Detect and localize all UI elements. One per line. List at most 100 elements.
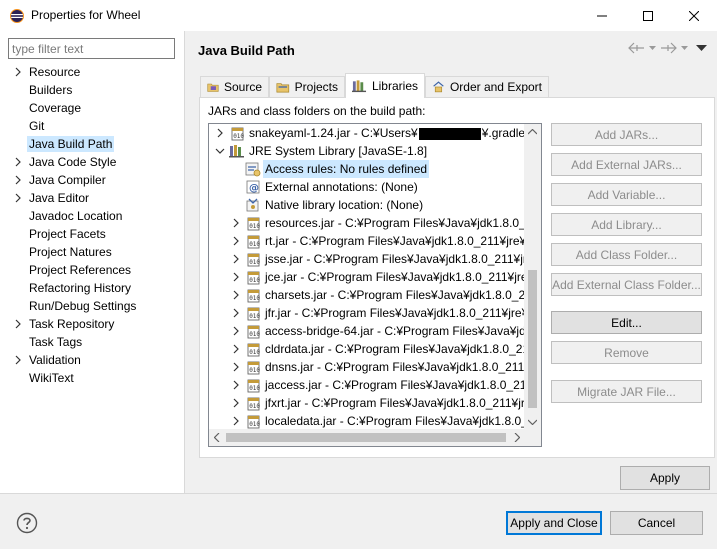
expand-chevron-icon[interactable] xyxy=(231,358,241,376)
expand-chevron-icon[interactable] xyxy=(231,214,241,232)
close-button[interactable] xyxy=(671,0,717,31)
expand-chevron-icon[interactable] xyxy=(231,412,241,430)
expand-chevron-icon[interactable] xyxy=(13,315,23,333)
scroll-right-icon[interactable] xyxy=(514,433,520,442)
tree-row[interactable]: 010 jfr.jar - C:¥Program Files¥Java¥jdk1.… xyxy=(209,304,525,322)
add-jars-button[interactable]: Add JARs... xyxy=(551,123,702,146)
tab-projects[interactable]: Projects xyxy=(269,76,345,97)
nav-item[interactable]: Coverage xyxy=(0,99,184,117)
tree-row[interactable]: 010 snakeyaml-1.24.jar - C:¥Users¥ ¥.gradl… xyxy=(209,124,525,142)
tree-row[interactable]: 010 charsets.jar - C:¥Program Files¥Java¥… xyxy=(209,286,525,304)
nav-item-label: WikiText xyxy=(29,371,74,385)
expand-chevron-icon[interactable] xyxy=(13,153,23,171)
expand-chevron-icon[interactable] xyxy=(231,232,241,250)
horizontal-scroll-thumb[interactable] xyxy=(226,433,506,442)
expand-chevron-icon[interactable] xyxy=(231,340,241,358)
cancel-button[interactable]: Cancel xyxy=(610,511,703,535)
tree-row[interactable]: 010 jsse.jar - C:¥Program Files¥Java¥jdk1… xyxy=(209,250,525,268)
tree-row[interactable]: 010 jfxrt.jar - C:¥Program Files¥Java¥jdk… xyxy=(209,394,525,412)
nav-item[interactable]: Project Natures xyxy=(0,243,184,261)
edit-button[interactable]: Edit... xyxy=(551,311,702,334)
nav-item[interactable]: Task Repository xyxy=(0,315,184,333)
add-external-class-folder-button[interactable]: Add External Class Folder... xyxy=(551,273,702,296)
tree-row-text: resources.jar - C:¥Program Files¥Java¥jd… xyxy=(265,216,525,230)
svg-text:010: 010 xyxy=(249,403,260,410)
build-path-tree[interactable]: 010 snakeyaml-1.24.jar - C:¥Users¥ ¥.gradl… xyxy=(208,123,542,447)
nav-item[interactable]: Builders xyxy=(0,81,184,99)
back-icon[interactable] xyxy=(628,42,645,54)
nav-item[interactable]: Git xyxy=(0,117,184,135)
jar-icon: 010 xyxy=(247,343,260,357)
apply-and-close-button[interactable]: Apply and Close xyxy=(506,511,602,535)
tab-source-label: Source xyxy=(223,80,262,94)
content-pane: Java Build Path Source Projects Librarie… xyxy=(186,31,717,493)
expand-chevron-icon[interactable] xyxy=(13,351,23,369)
expand-chevron-icon[interactable] xyxy=(231,268,241,286)
expand-chevron-icon[interactable] xyxy=(215,124,225,142)
tree-row[interactable]: 010 access-bridge-64.jar - C:¥Program Fil… xyxy=(209,322,525,340)
nav-item[interactable]: Task Tags xyxy=(0,333,184,351)
expand-chevron-icon[interactable] xyxy=(231,394,241,412)
tree-row[interactable]: 010 jce.jar - C:¥Program Files¥Java¥jdk1.… xyxy=(209,268,525,286)
add-variable-button[interactable]: Add Variable... xyxy=(551,183,702,206)
nav-item[interactable]: Project References xyxy=(0,261,184,279)
nav-item[interactable]: Refactoring History xyxy=(0,279,184,297)
vertical-scrollbar[interactable] xyxy=(524,124,541,430)
expand-chevron-icon[interactable] xyxy=(13,171,23,189)
projects-icon xyxy=(276,83,290,93)
apply-button[interactable]: Apply xyxy=(620,466,710,490)
help-icon[interactable] xyxy=(16,512,38,534)
nav-item[interactable]: WikiText xyxy=(0,369,184,387)
nav-item[interactable]: Java Code Style xyxy=(0,153,184,171)
tree-row-text: dnsns.jar - C:¥Program Files¥Java¥jdk1.8… xyxy=(265,360,525,374)
tree-row[interactable]: @ External annotations: (None) xyxy=(209,178,525,196)
tree-row[interactable]: JRE System Library [JavaSE-1.8] xyxy=(209,142,525,160)
tab-source[interactable]: Source xyxy=(200,76,269,97)
remove-button[interactable]: Remove xyxy=(551,341,702,364)
forward-icon[interactable] xyxy=(660,42,677,54)
nav-item[interactable]: Javadoc Location xyxy=(0,207,184,225)
expand-chevron-icon[interactable] xyxy=(231,250,241,268)
minimize-icon xyxy=(597,15,607,16)
expand-chevron-icon[interactable] xyxy=(13,189,23,207)
nav-item[interactable]: Validation xyxy=(0,351,184,369)
forward-dropdown-icon[interactable] xyxy=(681,45,688,51)
minimize-button[interactable] xyxy=(579,0,625,31)
expand-chevron-icon[interactable] xyxy=(231,376,241,394)
nav-item[interactable]: Project Facets xyxy=(0,225,184,243)
expand-chevron-icon[interactable] xyxy=(231,322,241,340)
migrate-jar-button[interactable]: Migrate JAR File... xyxy=(551,380,702,403)
add-class-folder-button[interactable]: Add Class Folder... xyxy=(551,243,702,266)
tree-row[interactable]: 010 rt.jar - C:¥Program Files¥Java¥jdk1.8… xyxy=(209,232,525,250)
nav-item[interactable]: Java Editor xyxy=(0,189,184,207)
scroll-down-icon[interactable] xyxy=(528,419,537,425)
collapse-chevron-icon[interactable] xyxy=(215,142,225,160)
expand-chevron-icon[interactable] xyxy=(13,63,23,81)
tab-libraries[interactable]: Libraries xyxy=(345,73,425,98)
tree-row[interactable]: Access rules: No rules defined xyxy=(209,160,525,178)
tree-row[interactable]: Native library location: (None) xyxy=(209,196,525,214)
tree-row[interactable]: 010 dnsns.jar - C:¥Program Files¥Java¥jdk… xyxy=(209,358,525,376)
maximize-button[interactable] xyxy=(625,0,671,31)
jar-icon: 010 xyxy=(247,235,260,249)
scroll-up-icon[interactable] xyxy=(528,129,537,135)
back-dropdown-icon[interactable] xyxy=(649,45,656,51)
vertical-scroll-thumb[interactable] xyxy=(528,270,537,408)
tree-row[interactable]: 010 resources.jar - C:¥Program Files¥Java… xyxy=(209,214,525,232)
nav-item[interactable]: Resource xyxy=(0,63,184,81)
tree-row[interactable]: 010 jaccess.jar - C:¥Program Files¥Java¥j… xyxy=(209,376,525,394)
view-menu-icon[interactable] xyxy=(696,44,707,52)
add-library-button[interactable]: Add Library... xyxy=(551,213,702,236)
filter-input[interactable] xyxy=(8,38,175,59)
tab-order-export[interactable]: Order and Export xyxy=(425,76,549,97)
horizontal-scrollbar[interactable] xyxy=(209,429,525,446)
tree-row[interactable]: 010 cldrdata.jar - C:¥Program Files¥Java¥… xyxy=(209,340,525,358)
nav-item[interactable]: Java Build Path xyxy=(0,135,184,153)
nav-item[interactable]: Java Compiler xyxy=(0,171,184,189)
expand-chevron-icon[interactable] xyxy=(231,286,241,304)
add-external-jars-button[interactable]: Add External JARs... xyxy=(551,153,702,176)
nav-item[interactable]: Run/Debug Settings xyxy=(0,297,184,315)
scroll-left-icon[interactable] xyxy=(214,433,220,442)
tree-row[interactable]: 010 localedata.jar - C:¥Program Files¥Jav… xyxy=(209,412,525,430)
expand-chevron-icon[interactable] xyxy=(231,304,241,322)
